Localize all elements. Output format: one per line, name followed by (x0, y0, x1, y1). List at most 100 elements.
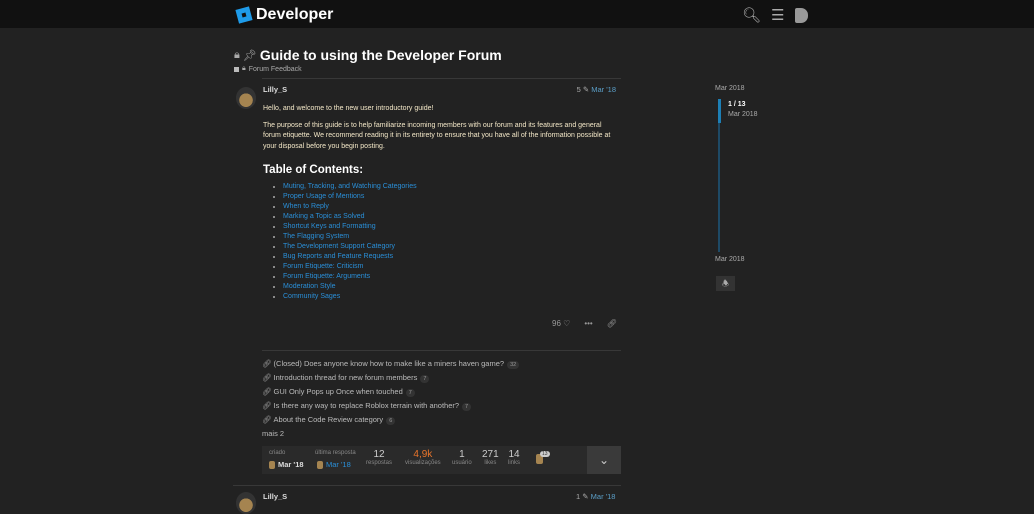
related-topic[interactable]: 🔗︎ GUI Only Pops up Once when touched 7 (262, 385, 519, 399)
participant-avatar[interactable]: 13 (536, 451, 550, 466)
related-title[interactable]: About the Code Review category (274, 415, 384, 424)
edit-count[interactable]: 5 (577, 85, 581, 94)
roblox-logo-icon (235, 6, 253, 24)
search-icon[interactable]: 🔍︎ (742, 6, 761, 24)
toc-link[interactable]: Shortcut Keys and Formatting (283, 223, 376, 230)
created-value: Mar '18 (278, 460, 304, 469)
heart-icon: ♡ (563, 319, 571, 328)
related-topic[interactable]: 🔗︎ Introduction thread for new forum memb… (262, 371, 519, 385)
toc-item: Proper Usage of Mentions (283, 192, 618, 202)
toc-heading: Table of Contents: (263, 164, 364, 176)
topic-stats: criado Mar '18 última resposta Mar '18 1… (262, 446, 621, 474)
more-links[interactable]: mais 2 (262, 427, 519, 441)
topic-title-text[interactable]: Guide to using the Developer Forum (260, 47, 502, 63)
category-badge[interactable]: 🔒︎ Forum Feedback (234, 65, 302, 73)
share-link-icon[interactable]: 🔗︎ (607, 319, 617, 328)
click-count: 7 (462, 403, 472, 411)
click-count: 7 (420, 375, 430, 383)
toc-list: Muting, Tracking, and Watching Categorie… (263, 182, 618, 302)
author-avatar[interactable] (236, 87, 256, 109)
replies-label: respostas (366, 460, 393, 466)
related-title[interactable]: Introduction thread for new forum member… (274, 373, 418, 382)
related-topic[interactable]: 🔗︎ (Closed) Does anyone know how to make … (262, 357, 520, 371)
related-title[interactable]: (Closed) Does anyone know how to make li… (274, 359, 505, 368)
timeline-position: 1 / 13 (728, 101, 746, 108)
pencil-icon: ✎ (582, 492, 589, 501)
last-reply-date[interactable]: Mar '18 (317, 460, 351, 469)
likes-label: likes (484, 460, 497, 466)
last-reply-label: última resposta (315, 450, 356, 456)
divider (262, 78, 621, 79)
toc-link[interactable]: The Flagging System (283, 233, 349, 240)
toc-item: Forum Etiquette: Arguments (283, 272, 618, 282)
related-title[interactable]: Is there any way to replace Roblox terra… (274, 401, 460, 410)
toc-link[interactable]: When to Reply (283, 203, 329, 210)
toc-item: Community Sages (283, 292, 618, 302)
related-links: 🔗︎ (Closed) Does anyone know how to make … (262, 357, 520, 441)
toc-link[interactable]: Moderation Style (283, 283, 336, 290)
toc-item: Forum Etiquette: Criticism (283, 262, 618, 272)
author-avatar[interactable] (236, 492, 256, 514)
replies-stat: 12 respostas (366, 449, 392, 466)
toc-link[interactable]: Bug Reports and Feature Requests (283, 253, 393, 260)
timeline-handle[interactable] (718, 99, 721, 123)
post-author[interactable]: Lilly_S (263, 85, 287, 94)
users-count: 1 (459, 449, 465, 460)
post-date[interactable]: Mar '18 (591, 85, 616, 94)
toc-link[interactable]: Proper Usage of Mentions (283, 193, 364, 200)
lock-icon: 🔒︎ (242, 65, 246, 72)
link-icon: 🔗︎ (262, 415, 272, 424)
links-stat: 14 links (508, 449, 520, 466)
toc-item: Bug Reports and Feature Requests (283, 252, 618, 262)
toc-item: The Flagging System (283, 232, 618, 242)
toc-link[interactable]: Forum Etiquette: Arguments (283, 273, 370, 280)
post-author[interactable]: Lilly_S (263, 492, 287, 501)
toc-item: Muting, Tracking, and Watching Categorie… (283, 182, 618, 192)
views-count: 4,9k (413, 449, 433, 460)
pencil-icon: ✎ (582, 85, 590, 94)
toc-link[interactable]: Forum Etiquette: Criticism (283, 263, 364, 270)
related-topic[interactable]: 🔗︎ About the Code Review category 6 (262, 413, 519, 427)
link-icon: 🔗︎ (262, 401, 272, 410)
toc-link[interactable]: The Development Support Category (283, 243, 395, 250)
expand-button[interactable]: ⌄ (587, 446, 621, 474)
participant-count: 13 (540, 451, 550, 457)
notification-button[interactable]: 🕭︎ (716, 276, 735, 291)
home-logo[interactable]: Developer (235, 6, 334, 24)
avatar (269, 460, 275, 469)
toc-item: Marking a Topic as Solved (283, 212, 618, 222)
views-stat: 4,9k visualizações (405, 449, 441, 466)
created-date[interactable]: Mar '18 (269, 460, 304, 469)
edit-count[interactable]: 1 (576, 492, 580, 501)
related-title[interactable]: GUI Only Pops up Once when touched (274, 387, 403, 396)
purpose-text: The purpose of this guide is to help fam… (263, 121, 611, 150)
chevron-down-icon: ⌄ (598, 453, 610, 467)
last-reply-value: Mar '18 (326, 460, 351, 469)
like-button[interactable]: 96 ♡ (552, 319, 570, 328)
timeline-start[interactable]: Mar 2018 (715, 85, 745, 92)
top-header: Developer 🔍︎ ☰ (0, 0, 1034, 28)
timeline-position-date: Mar 2018 (728, 111, 758, 118)
menu-icon[interactable]: ☰ (771, 6, 784, 24)
divider (233, 485, 621, 486)
topic-title: 🔒︎ 📌︎ Guide to using the Developer Forum (234, 47, 502, 63)
bell-icon: 🕭︎ (721, 279, 730, 288)
toc-item: The Development Support Category (283, 242, 618, 252)
user-avatar[interactable] (794, 7, 808, 23)
toc-item: Moderation Style (283, 282, 618, 292)
more-actions-icon[interactable]: ••• (584, 319, 592, 328)
lock-icon: 🔒︎ (234, 48, 240, 61)
brand-name: Developer (256, 6, 334, 23)
click-count: 32 (507, 361, 520, 369)
intro-text: Hello, and welcome to the new user intro… (263, 105, 434, 112)
post-meta: 5 ✎ Mar '18 (577, 85, 616, 94)
timeline-end[interactable]: Mar 2018 (715, 256, 745, 263)
toc-link[interactable]: Marking a Topic as Solved (283, 213, 365, 220)
toc-link[interactable]: Community Sages (283, 293, 340, 300)
related-topic[interactable]: 🔗︎ Is there any way to replace Roblox ter… (262, 399, 519, 413)
toc-link[interactable]: Muting, Tracking, and Watching Categorie… (283, 183, 417, 190)
post-actions: 96 ♡ ••• 🔗︎ (552, 319, 617, 328)
post-date[interactable]: Mar '18 (591, 492, 616, 501)
category-color-icon (234, 66, 239, 72)
category-name: Forum Feedback (248, 65, 302, 73)
